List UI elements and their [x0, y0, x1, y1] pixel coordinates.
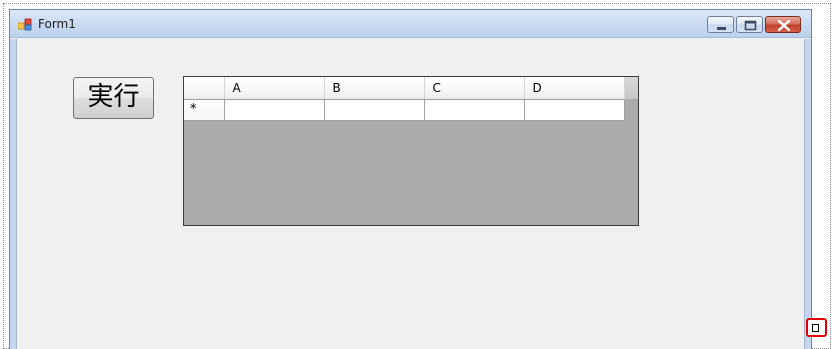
title-bar[interactable]: Form1 [10, 10, 811, 38]
grid-table: A B C D * [184, 77, 625, 121]
grid-cell-c[interactable] [424, 99, 525, 121]
column-header-d[interactable]: D [524, 77, 625, 100]
form-client-area: 実行 A B C D * [17, 39, 804, 349]
maximize-icon [744, 20, 757, 31]
resize-grip-icon [812, 324, 819, 332]
grid-corner-header[interactable] [184, 77, 225, 100]
maximize-button[interactable] [736, 16, 763, 33]
grid-new-row: * [184, 99, 625, 121]
grid-cell-a[interactable] [224, 99, 325, 121]
grid-cell-d[interactable] [524, 99, 625, 121]
winforms-app-icon [18, 18, 32, 31]
new-row-marker[interactable]: * [184, 99, 225, 121]
window-title: Form1 [38, 17, 76, 31]
form-window: Form1 実行 A B C D * [9, 9, 812, 349]
grid-cell-b[interactable] [324, 99, 425, 121]
grid-header-filler [625, 77, 638, 99]
window-frame-left [10, 39, 17, 349]
close-button[interactable] [765, 16, 801, 33]
close-icon [777, 19, 791, 32]
column-header-a[interactable]: A [224, 77, 325, 100]
column-header-c[interactable]: C [424, 77, 525, 100]
grid-header-row: A B C D [184, 77, 625, 100]
minimize-button[interactable] [707, 16, 734, 33]
column-header-b[interactable]: B [324, 77, 425, 100]
window-frame-right [804, 39, 811, 349]
resize-grip-highlight[interactable] [806, 318, 827, 337]
run-button[interactable]: 実行 [73, 77, 154, 119]
data-grid-view[interactable]: A B C D * [183, 76, 639, 226]
minimize-icon [717, 27, 726, 30]
